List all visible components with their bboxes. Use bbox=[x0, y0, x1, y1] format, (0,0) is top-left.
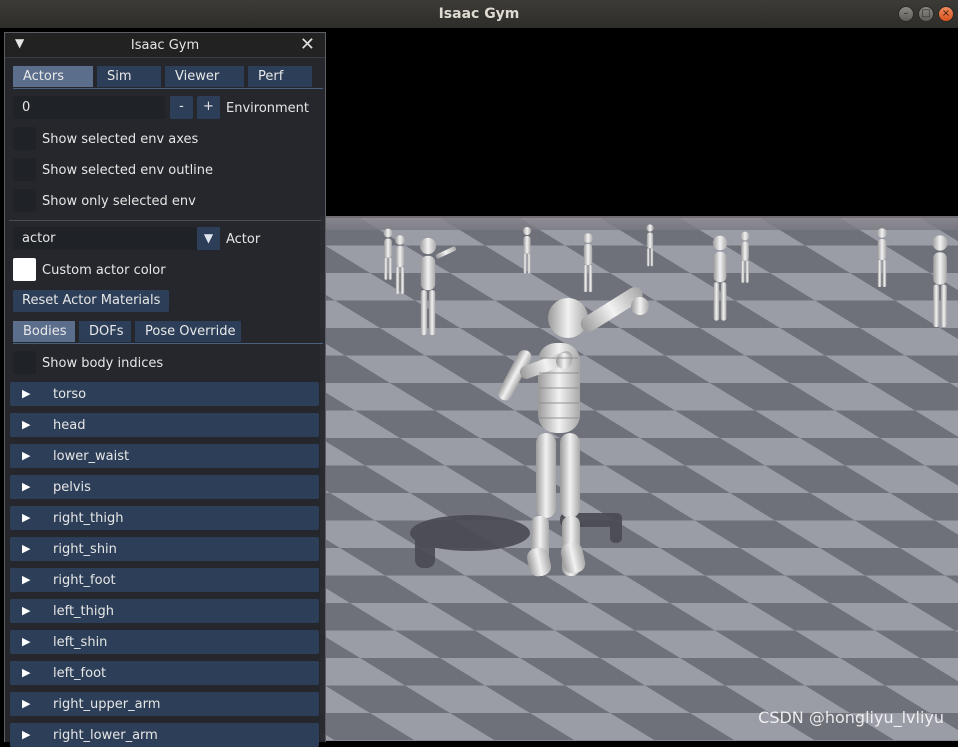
environment-increment-button[interactable]: + bbox=[197, 96, 220, 119]
body-item-torso[interactable]: ▶ torso bbox=[10, 382, 319, 406]
custom-actor-color-label: Custom actor color bbox=[42, 263, 166, 278]
body-name: right_shin bbox=[53, 542, 117, 557]
body-name: lower_waist bbox=[53, 449, 130, 464]
show-only-selected-env-label: Show only selected env bbox=[42, 194, 196, 209]
show-only-selected-env-checkbox[interactable] bbox=[13, 189, 36, 212]
tab-actors[interactable]: Actors bbox=[13, 66, 93, 87]
show-env-axes-checkbox[interactable] bbox=[13, 127, 36, 150]
show-body-indices-checkbox[interactable] bbox=[13, 351, 36, 374]
body-tabs: Bodies DOFs Pose Override bbox=[13, 321, 323, 344]
expand-triangle-icon: ▶ bbox=[22, 449, 31, 462]
main-tabs: Actors Sim Viewer Perf bbox=[13, 66, 323, 89]
expand-triangle-icon: ▶ bbox=[22, 480, 31, 493]
show-env-outline-checkbox[interactable] bbox=[13, 158, 36, 181]
body-name: right_thigh bbox=[53, 511, 124, 526]
body-item-lower-waist[interactable]: ▶ lower_waist bbox=[10, 444, 319, 468]
expand-triangle-icon: ▶ bbox=[22, 697, 31, 710]
body-name: left_shin bbox=[53, 635, 108, 650]
panel-header: ▼ Isaac Gym ✕ bbox=[5, 33, 325, 58]
window-titlebar: Isaac Gym – □ × bbox=[0, 0, 958, 29]
expand-triangle-icon: ▶ bbox=[22, 387, 31, 400]
body-item-right-foot[interactable]: ▶ right_foot bbox=[10, 568, 319, 592]
tab-bodies[interactable]: Bodies bbox=[13, 321, 75, 342]
expand-triangle-icon: ▶ bbox=[22, 573, 31, 586]
expand-triangle-icon: ▶ bbox=[22, 511, 31, 524]
environment-label: Environment bbox=[226, 101, 310, 116]
window-title: Isaac Gym bbox=[438, 6, 520, 22]
body-name: right_foot bbox=[53, 573, 116, 588]
panel-title: Isaac Gym bbox=[130, 38, 200, 53]
body-name: pelvis bbox=[53, 480, 91, 495]
body-item-left-shin[interactable]: ▶ left_shin bbox=[10, 630, 319, 654]
panel-close-icon[interactable]: ✕ bbox=[300, 34, 315, 55]
expand-triangle-icon: ▶ bbox=[22, 635, 31, 648]
body-name: left_thigh bbox=[53, 604, 114, 619]
tab-viewer[interactable]: Viewer bbox=[165, 66, 244, 87]
expand-triangle-icon: ▶ bbox=[22, 604, 31, 617]
tab-perf[interactable]: Perf bbox=[248, 66, 312, 87]
show-body-indices-label: Show body indices bbox=[42, 356, 164, 371]
custom-actor-color-swatch[interactable] bbox=[13, 258, 36, 281]
isaac-gym-panel: ▼ Isaac Gym ✕ Actors Sim Viewer Perf 0 -… bbox=[4, 32, 326, 747]
expand-triangle-icon: ▶ bbox=[22, 418, 31, 431]
expand-triangle-icon: ▶ bbox=[22, 728, 31, 741]
body-item-left-thigh[interactable]: ▶ left_thigh bbox=[10, 599, 319, 623]
body-item-head[interactable]: ▶ head bbox=[10, 413, 319, 437]
body-name: torso bbox=[53, 387, 87, 402]
body-item-right-thigh[interactable]: ▶ right_thigh bbox=[10, 506, 319, 530]
tab-dofs[interactable]: DOFs bbox=[79, 321, 131, 342]
reset-actor-materials-button[interactable]: Reset Actor Materials bbox=[13, 290, 170, 312]
body-item-left-foot[interactable]: ▶ left_foot bbox=[10, 661, 319, 685]
body-item-right-shin[interactable]: ▶ right_shin bbox=[10, 537, 319, 561]
environment-input[interactable]: 0 bbox=[13, 96, 165, 119]
chevron-down-icon[interactable]: ▼ bbox=[197, 227, 220, 250]
body-name: left_foot bbox=[53, 666, 107, 681]
actor-select[interactable]: actor ▼ bbox=[13, 227, 220, 250]
body-name: head bbox=[53, 418, 86, 433]
show-env-axes-label: Show selected env axes bbox=[42, 132, 199, 147]
tab-sim[interactable]: Sim bbox=[97, 66, 161, 87]
actor-select-value: actor bbox=[22, 231, 56, 246]
tab-pose-override[interactable]: Pose Override bbox=[135, 321, 241, 342]
expand-triangle-icon: ▶ bbox=[22, 542, 31, 555]
divider bbox=[9, 220, 321, 221]
body-name: right_upper_arm bbox=[53, 697, 161, 712]
body-item-right-lower-arm[interactable]: ▶ right_lower_arm bbox=[10, 723, 319, 747]
expand-triangle-icon: ▶ bbox=[22, 666, 31, 679]
close-icon[interactable]: × bbox=[938, 6, 954, 22]
actor-label: Actor bbox=[226, 232, 261, 247]
maximize-icon[interactable]: □ bbox=[918, 6, 934, 22]
environment-decrement-button[interactable]: - bbox=[170, 96, 193, 119]
minimize-icon[interactable]: – bbox=[898, 6, 914, 22]
show-env-outline-label: Show selected env outline bbox=[42, 163, 214, 178]
body-item-pelvis[interactable]: ▶ pelvis bbox=[10, 475, 319, 499]
watermark: CSDN @hongliyu_lvliyu bbox=[758, 708, 944, 727]
body-item-right-upper-arm[interactable]: ▶ right_upper_arm bbox=[10, 692, 319, 716]
